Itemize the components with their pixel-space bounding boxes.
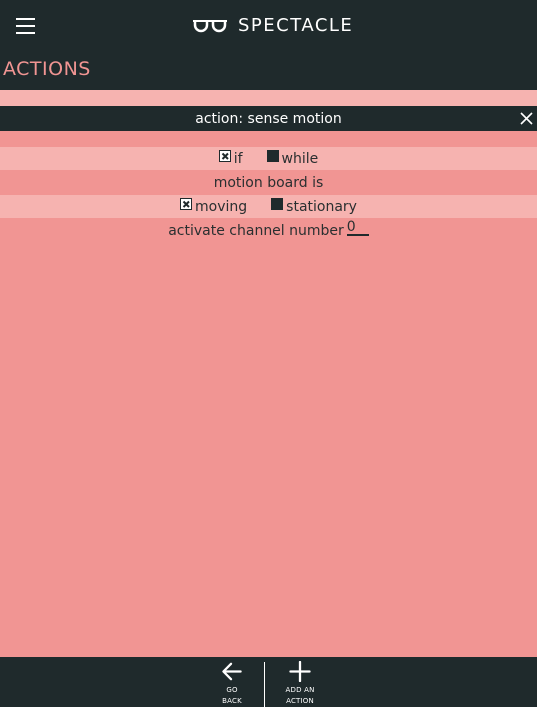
- moving-label: moving: [195, 198, 248, 215]
- channel-row: activate channel number 0: [0, 219, 537, 242]
- mode-row: if while: [0, 147, 537, 170]
- glasses-icon: [193, 20, 227, 33]
- footer-divider: [264, 662, 265, 707]
- action-header: action: sense motion: [0, 106, 537, 131]
- plus-icon: [289, 661, 311, 682]
- moving-option[interactable]: moving: [180, 197, 248, 215]
- arrow-left-icon: [222, 662, 242, 681]
- while-option[interactable]: while: [266, 149, 319, 167]
- brand-name: SPECTACLE: [238, 14, 354, 36]
- motion-row: motion board is: [0, 171, 537, 194]
- close-button[interactable]: [515, 106, 537, 131]
- while-label: while: [281, 150, 319, 167]
- while-checkbox[interactable]: [266, 149, 279, 162]
- channel-label: activate channel number: [168, 222, 344, 239]
- add-action-label-1: ADD AN: [285, 686, 315, 694]
- add-action-label-2: ACTION: [286, 697, 314, 705]
- stationary-checkbox[interactable]: [271, 197, 284, 210]
- go-back-label-1: GO: [226, 686, 238, 694]
- page-title: ACTIONS: [3, 58, 91, 80]
- motion-label: motion board is: [213, 174, 324, 191]
- top-bar: SPECTACLE ACTIONS: [0, 0, 537, 90]
- state-row: moving stationary: [0, 195, 537, 218]
- if-label: if: [233, 150, 243, 167]
- close-icon: [519, 112, 533, 125]
- bottom-bar: GO BACK ADD AN ACTION: [0, 657, 537, 707]
- if-checkbox[interactable]: [218, 149, 231, 162]
- action-title: action: sense motion: [195, 110, 342, 127]
- stationary-option[interactable]: stationary: [271, 197, 357, 215]
- go-back-label-2: BACK: [222, 697, 242, 705]
- channel-number-input[interactable]: 0: [346, 220, 369, 236]
- add-action-button[interactable]: ADD AN ACTION: [275, 657, 325, 707]
- stationary-label: stationary: [286, 198, 357, 215]
- action-top-strip: [0, 90, 537, 106]
- brand: SPECTACLE: [192, 12, 353, 38]
- if-option[interactable]: if: [218, 149, 243, 167]
- go-back-button[interactable]: GO BACK: [207, 657, 257, 707]
- moving-checkbox[interactable]: [180, 197, 193, 210]
- hamburger-icon[interactable]: [16, 18, 35, 35]
